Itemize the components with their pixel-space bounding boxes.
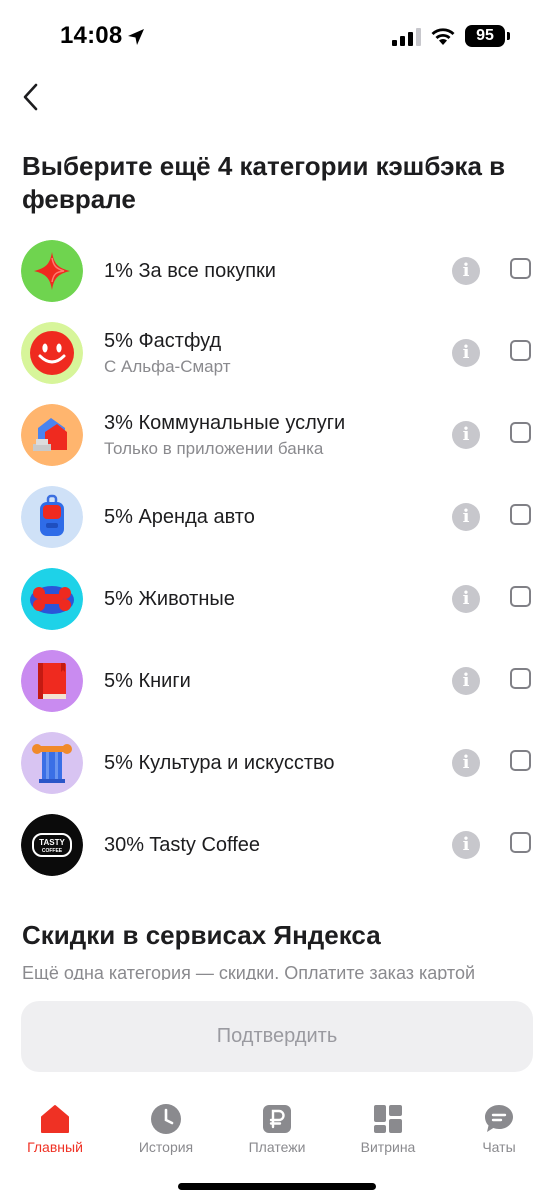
dog-bone-icon — [21, 568, 83, 630]
category-row-fastfood[interactable]: 5% Фастфуд С Альфа-Смарт i — [0, 310, 554, 392]
tab-payments[interactable]: Платежи — [222, 1088, 332, 1168]
tab-label: Витрина — [360, 1139, 416, 1155]
category-text: 5% Фастфуд С Альфа-Смарт — [104, 310, 231, 396]
tab-label: История — [138, 1139, 194, 1155]
tab-home[interactable]: Главный — [0, 1088, 110, 1168]
category-subtitle: С Альфа-Смарт — [104, 357, 231, 376]
tasty-coffee-logo: TASTY COFFEE — [21, 814, 83, 876]
category-title: 1% За все покупки — [104, 260, 276, 282]
battery-cap — [507, 32, 510, 40]
column-icon — [21, 732, 83, 794]
category-title: 3% Коммунальные услуги — [104, 412, 346, 434]
category-title: 30% Tasty Coffee — [104, 834, 261, 856]
cellular-signal-icon — [392, 28, 421, 46]
car-key-icon — [21, 486, 83, 548]
category-title: 5% Аренда авто — [104, 506, 255, 528]
category-text: 5% Аренда авто — [104, 474, 255, 560]
tab-label: Главный — [27, 1139, 83, 1155]
category-checkbox[interactable] — [510, 750, 531, 771]
info-icon[interactable]: i — [452, 339, 480, 367]
category-text: 3% Коммунальные услуги Только в приложен… — [104, 392, 345, 478]
info-icon[interactable]: i — [452, 421, 480, 449]
info-icon[interactable]: i — [452, 749, 480, 777]
chat-icon — [485, 1105, 513, 1132]
info-icon[interactable]: i — [452, 503, 480, 531]
svg-text:TASTY: TASTY — [39, 838, 65, 847]
page-title: Выберите ещё 4 категории кэшбэка в февра… — [22, 151, 506, 214]
category-checkbox[interactable] — [510, 258, 531, 279]
status-bar: 14:08 95 — [0, 0, 554, 74]
tab-label: Платежи — [248, 1139, 306, 1155]
location-arrow-icon — [128, 29, 144, 45]
chevron-left-icon — [23, 83, 38, 111]
info-icon[interactable]: i — [452, 831, 480, 859]
info-icon[interactable]: i — [452, 667, 480, 695]
grid-icon — [374, 1105, 402, 1133]
wifi-icon — [431, 28, 455, 45]
yandex-section-text: Ещё одна категория — скидки. Оплатите за… — [22, 963, 476, 980]
category-text: 5% Культура и искусство — [104, 720, 335, 806]
yandex-section-title: Скидки в сервисах Яндекса — [22, 920, 381, 950]
category-checkbox[interactable] — [510, 668, 531, 689]
category-row-animals[interactable]: 5% Животные i — [0, 556, 554, 638]
red-star-icon — [21, 240, 83, 302]
home-indicator — [178, 1183, 376, 1190]
info-icon[interactable]: i — [452, 257, 480, 285]
category-row-all-purchases[interactable]: 1% За все покупки i — [0, 228, 554, 310]
category-checkbox[interactable] — [510, 832, 531, 853]
category-title: 5% Животные — [104, 588, 235, 610]
category-row-culture[interactable]: 5% Культура и искусство i — [0, 720, 554, 802]
house-icon — [21, 404, 83, 466]
category-row-tasty-coffee[interactable]: TASTY COFFEE 30% Tasty Coffee i — [0, 802, 554, 884]
smiley-face-icon — [21, 322, 83, 384]
category-row-books[interactable]: 5% Книги i — [0, 638, 554, 720]
category-checkbox[interactable] — [510, 340, 531, 361]
clock-icon — [151, 1104, 181, 1134]
category-checkbox[interactable] — [510, 586, 531, 607]
info-icon[interactable]: i — [452, 585, 480, 613]
book-icon — [21, 650, 83, 712]
category-text: 5% Животные — [104, 556, 235, 642]
back-button[interactable] — [14, 80, 48, 114]
tab-showcase[interactable]: Витрина — [333, 1088, 443, 1168]
category-checkbox[interactable] — [510, 422, 531, 443]
tab-chats[interactable]: Чаты — [444, 1088, 554, 1168]
category-text: 5% Книги — [104, 638, 191, 724]
category-row-car-rental[interactable]: 5% Аренда авто i — [0, 474, 554, 556]
tab-label: Чаты — [482, 1139, 516, 1155]
category-title: 5% Фастфуд — [104, 330, 222, 352]
category-subtitle: Только в приложении банка — [104, 439, 324, 458]
svg-text:COFFEE: COFFEE — [42, 848, 63, 854]
confirm-button[interactable]: Подтвердить — [21, 1001, 533, 1072]
category-row-utilities[interactable]: 3% Коммунальные услуги Только в приложен… — [0, 392, 554, 474]
battery-indicator: 95 — [465, 25, 505, 47]
ruble-icon — [263, 1105, 291, 1133]
tab-history[interactable]: История — [111, 1088, 221, 1168]
status-time: 14:08 — [60, 22, 123, 49]
category-text: 30% Tasty Coffee — [104, 802, 260, 888]
category-title: 5% Книги — [104, 670, 191, 692]
category-checkbox[interactable] — [510, 504, 531, 525]
home-icon — [41, 1105, 69, 1133]
category-title: 5% Культура и искусство — [104, 752, 335, 774]
category-text: 1% За все покупки — [104, 228, 276, 314]
